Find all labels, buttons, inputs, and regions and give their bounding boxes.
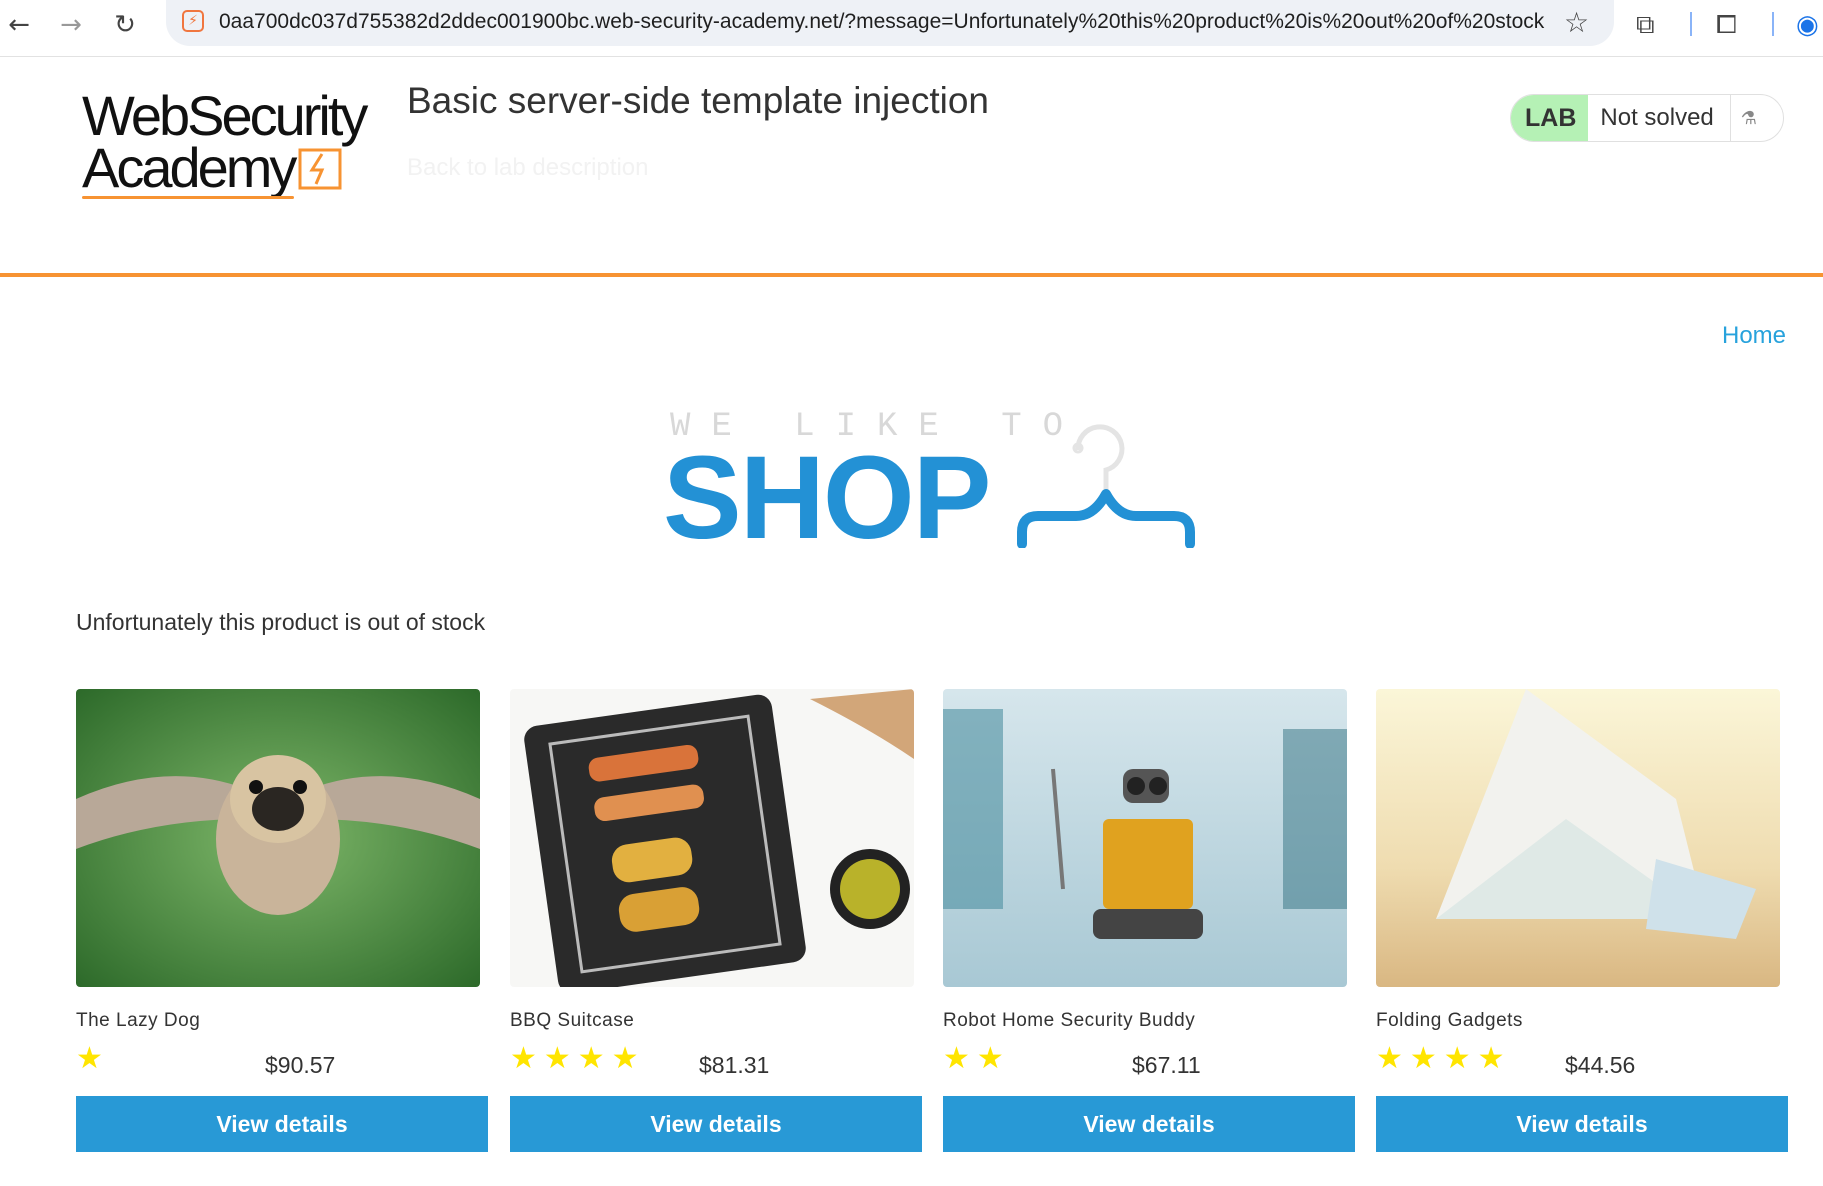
- out-of-stock-message: Unfortunately this product is out of sto…: [76, 609, 486, 635]
- logo-underline: [82, 196, 294, 199]
- bbq-grill-image[interactable]: [510, 689, 914, 987]
- profile-icon[interactable]: ◉: [1796, 10, 1819, 40]
- reload-icon[interactable]: ↻: [108, 8, 142, 42]
- screen-search-icon[interactable]: ⧠: [1716, 10, 1737, 41]
- bookmark-star-icon[interactable]: ☆: [1564, 6, 1589, 39]
- product-name: Folding Gadgets: [1376, 1010, 1523, 1031]
- folded-paper-image[interactable]: [1376, 689, 1780, 987]
- product-price: $67.11: [1132, 1052, 1201, 1078]
- address-bar[interactable]: ⚡ 0aa700dc037d755382d2ddec001900bc.web-s…: [166, 0, 1614, 46]
- web-security-academy-logo[interactable]: WebSecurity Academy: [82, 88, 382, 200]
- view-details-button[interactable]: View details: [76, 1096, 488, 1152]
- extensions-icon[interactable]: ⧉: [1636, 10, 1655, 41]
- hero-headline: SHOP: [663, 432, 991, 564]
- header-divider: [0, 273, 1823, 277]
- flying-pug-image[interactable]: [76, 689, 480, 987]
- back-arrow-icon[interactable]: ←: [2, 8, 36, 42]
- product-price: $44.56: [1565, 1052, 1636, 1078]
- product-name: Robot Home Security Buddy: [943, 1010, 1196, 1031]
- clothes-hanger-icon: [1017, 424, 1195, 548]
- site-favicon-icon: ⚡: [182, 10, 204, 32]
- robot-toy-image[interactable]: [943, 689, 1347, 987]
- rating-stars-icon: ★: [76, 1041, 110, 1076]
- lab-status-text: Not solved: [1588, 95, 1731, 141]
- product-name: BBQ Suitcase: [510, 1010, 635, 1031]
- lab-title: Basic server-side template injection: [407, 80, 989, 121]
- rating-stars-icon: ★★★★: [510, 1041, 646, 1076]
- lab-status-widget: LAB Not solved ⚗: [1510, 94, 1784, 142]
- url-text[interactable]: 0aa700dc037d755382d2ddec001900bc.web-sec…: [219, 10, 1544, 34]
- toolbar-divider: [1772, 12, 1774, 36]
- product-name: The Lazy Dog: [76, 1010, 201, 1031]
- view-details-button[interactable]: View details: [943, 1096, 1355, 1152]
- rating-stars-icon: ★★: [943, 1041, 1011, 1076]
- view-details-button[interactable]: View details: [510, 1096, 922, 1152]
- flask-icon: ⚗: [1740, 107, 1757, 129]
- view-details-button[interactable]: View details: [1376, 1096, 1788, 1152]
- forward-arrow-icon[interactable]: →: [54, 8, 88, 42]
- browser-toolbar: ← → ↻ ⚡ 0aa700dc037d755382d2ddec001900bc…: [0, 0, 1823, 57]
- product-price: $90.57: [265, 1052, 336, 1078]
- lab-badge: LAB: [1511, 95, 1589, 141]
- logo-text-line2: Academy: [82, 136, 297, 199]
- rating-stars-icon: ★★★★: [1376, 1041, 1512, 1076]
- lightning-bolt-icon: [298, 148, 342, 190]
- back-to-lab-description-link[interactable]: Back to lab description: [407, 154, 648, 182]
- home-link[interactable]: Home: [1722, 322, 1786, 350]
- product-price: $81.31: [699, 1052, 770, 1078]
- toolbar-divider: [1690, 12, 1692, 36]
